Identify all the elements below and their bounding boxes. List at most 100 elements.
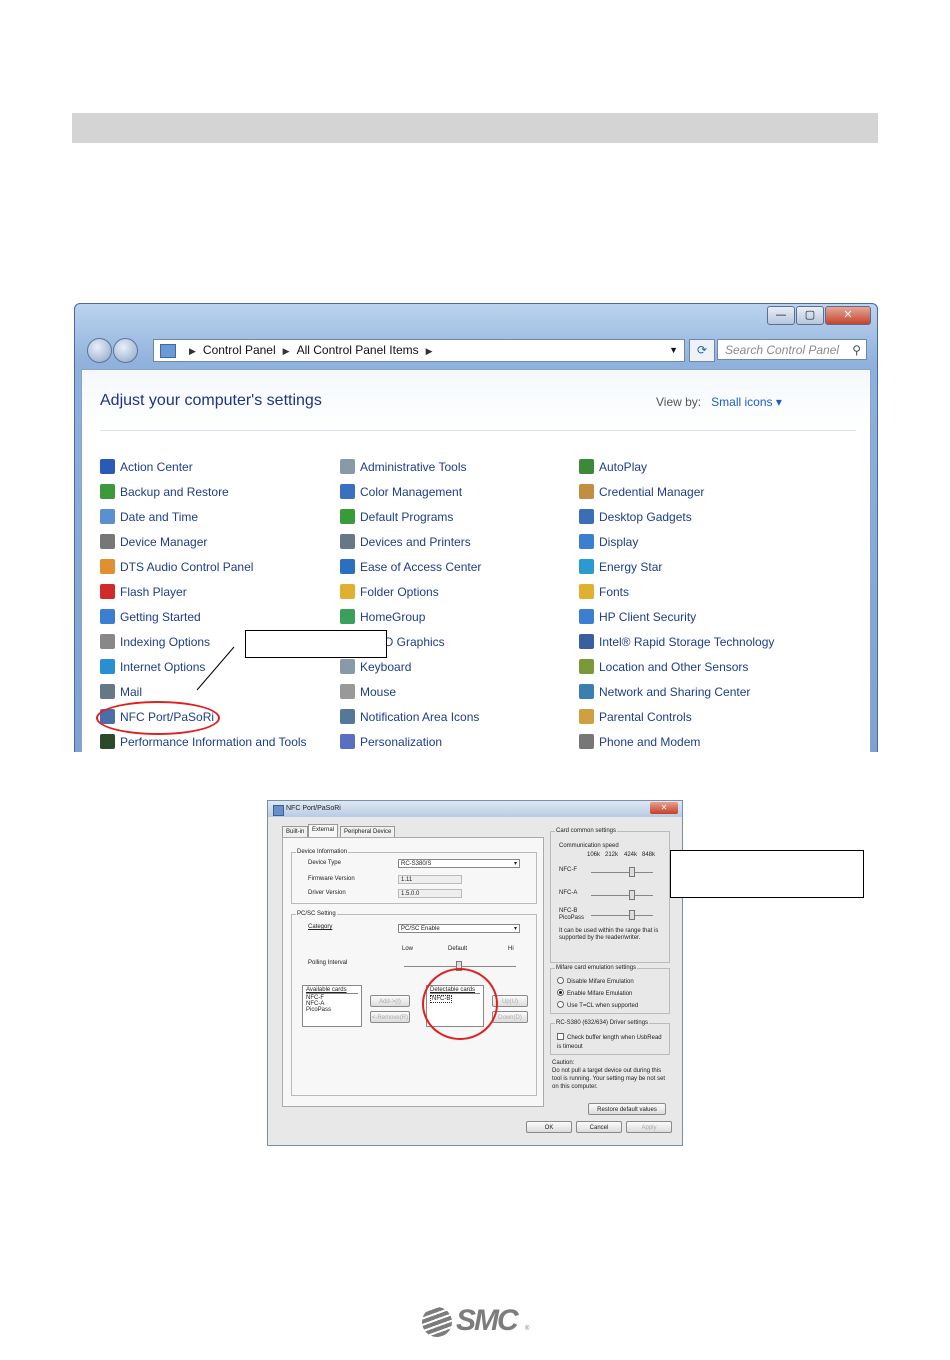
- control-panel-item[interactable]: Fonts: [579, 582, 629, 602]
- remove-button[interactable]: <-Remove(R): [370, 1011, 410, 1023]
- control-panel-item[interactable]: Location and Other Sensors: [579, 657, 748, 677]
- control-panel-icon: [160, 344, 176, 358]
- control-panel-item[interactable]: Mouse: [340, 682, 396, 702]
- item-label: Flash Player: [120, 585, 187, 599]
- item-icon: [100, 734, 115, 749]
- item-label: Action Center: [120, 460, 193, 474]
- check-buffer-checkbox[interactable]: Check buffer length when UsbRead is time…: [557, 1033, 663, 1052]
- category-select[interactable]: PC/SC Enable ▾: [398, 924, 520, 933]
- driver-settings-group: RC-S380 (632/634) Driver settings Check …: [550, 1020, 670, 1055]
- breadcrumb-all-items[interactable]: All Control Panel Items: [297, 343, 419, 357]
- cancel-button[interactable]: Cancel: [576, 1121, 622, 1133]
- control-panel-item[interactable]: Credential Manager: [579, 482, 704, 502]
- registered-mark: ®: [525, 1326, 530, 1332]
- speed-848k: 848k: [642, 852, 656, 858]
- control-panel-item[interactable]: Indexing Options: [100, 632, 210, 652]
- control-panel-item[interactable]: Devices and Printers: [340, 532, 471, 552]
- speed-424k: 424k: [624, 852, 638, 858]
- available-cards-list[interactable]: Available cards NFC-F NFC-A PicoPass: [302, 985, 362, 1027]
- nfc-a-slider[interactable]: [591, 895, 653, 896]
- driver-settings-legend: RC-S380 (632/634) Driver settings: [555, 1020, 650, 1026]
- refresh-button[interactable]: ⟳: [689, 339, 715, 362]
- smc-logo: SMC ®: [422, 1304, 532, 1340]
- nfc-f-knob[interactable]: [629, 867, 635, 877]
- communication-speed-label: Communication speed: [559, 843, 619, 849]
- mifare-option-enable[interactable]: Enable Mifare Emulation: [557, 989, 632, 997]
- control-panel-item[interactable]: AutoPlay: [579, 457, 647, 477]
- maximize-button[interactable]: ▢: [796, 306, 824, 325]
- control-panel-item[interactable]: Administrative Tools: [340, 457, 467, 477]
- item-label: Fonts: [599, 585, 630, 599]
- control-panel-item[interactable]: Backup and Restore: [100, 482, 229, 502]
- minimize-button[interactable]: —: [767, 306, 795, 325]
- polling-interval-label: Polling Interval: [308, 960, 348, 966]
- add-button[interactable]: Add->(I): [370, 995, 410, 1007]
- driver-label: Driver Version: [308, 890, 346, 896]
- item-icon: [340, 559, 355, 574]
- control-panel-item[interactable]: Action Center: [100, 457, 193, 477]
- control-panel-item[interactable]: Color Management: [340, 482, 462, 502]
- firmware-label: Firmware Version: [308, 876, 355, 882]
- restore-defaults-button[interactable]: Restore default values: [588, 1103, 666, 1115]
- item-label: Mouse: [360, 685, 397, 699]
- control-panel-item[interactable]: Ease of Access Center: [340, 557, 481, 577]
- control-panel-item[interactable]: Getting Started: [100, 607, 201, 627]
- control-panel-item[interactable]: Internet Options: [100, 657, 205, 677]
- address-bar[interactable]: ▶ Control Panel ▶ All Control Panel Items ▶ …: [153, 339, 685, 362]
- control-panel-item[interactable]: Mail: [100, 682, 142, 702]
- control-panel-item[interactable]: Performance Information and Tools: [100, 732, 307, 752]
- control-panel-item[interactable]: Energy Star: [579, 557, 662, 577]
- card-common-group: Card common settings Communication speed…: [550, 828, 670, 963]
- item-label: DTS Audio Control Panel: [120, 560, 254, 574]
- control-panel-item[interactable]: Intel® Rapid Storage Technology: [579, 632, 774, 652]
- list-item[interactable]: PicoPass: [306, 1007, 361, 1013]
- control-panel-item[interactable]: HomeGroup: [340, 607, 425, 627]
- tab-external[interactable]: External: [308, 824, 339, 838]
- search-input[interactable]: Search Control Panel ⚲: [717, 339, 867, 360]
- view-by-dropdown[interactable]: Small icons ▾: [711, 395, 782, 409]
- control-panel-item[interactable]: Personalization: [340, 732, 442, 752]
- control-panel-item[interactable]: Keyboard: [340, 657, 411, 677]
- dialog-close-button[interactable]: ✕: [650, 802, 678, 814]
- control-panel-item[interactable]: Display: [579, 532, 638, 552]
- mifare-option-tcl[interactable]: Use T=CL when supported: [557, 1001, 638, 1009]
- nfc-a-label: NFC-A: [559, 890, 578, 896]
- control-panel-item[interactable]: Desktop Gadgets: [579, 507, 692, 527]
- item-label: Device Manager: [120, 535, 208, 549]
- control-panel-item[interactable]: Phone and Modem: [579, 732, 700, 752]
- chevron-down-icon[interactable]: ▼: [669, 340, 678, 361]
- control-panel-item[interactable]: Folder Options: [340, 582, 439, 602]
- speed-212k: 212k: [605, 852, 619, 858]
- control-panel-item[interactable]: Network and Sharing Center: [579, 682, 750, 702]
- control-panel-item[interactable]: Flash Player: [100, 582, 187, 602]
- close-button[interactable]: ✕: [825, 306, 871, 325]
- range-note: It can be used within the range that is …: [559, 928, 659, 941]
- item-label: Administrative Tools: [360, 460, 467, 474]
- control-panel-item[interactable]: Date and Time: [100, 507, 198, 527]
- breadcrumb-control-panel[interactable]: Control Panel: [203, 343, 276, 357]
- device-type-select[interactable]: RC-S380/S ▾: [398, 859, 520, 868]
- control-panel-window: — ▢ ✕ ▶ Control Panel ▶ All Control Panel I…: [74, 303, 878, 752]
- back-button[interactable]: [87, 338, 112, 363]
- nfc-icon: [273, 805, 284, 816]
- down-button[interactable]: Down(D): [492, 1011, 528, 1023]
- control-panel-item[interactable]: HP Client Security: [579, 607, 696, 627]
- nfc-a-knob[interactable]: [629, 890, 635, 900]
- item-icon: [579, 509, 594, 524]
- nfc-f-slider[interactable]: [591, 872, 653, 873]
- annotation-box: [245, 630, 387, 658]
- control-panel-item[interactable]: Device Manager: [100, 532, 207, 552]
- polling-high-label: Hi: [508, 946, 514, 952]
- item-icon: [579, 559, 594, 574]
- apply-button[interactable]: Apply: [626, 1121, 672, 1133]
- control-panel-item[interactable]: DTS Audio Control Panel: [100, 557, 253, 577]
- control-panel-item[interactable]: Notification Area Icons: [340, 707, 479, 727]
- mifare-option-disable[interactable]: Disable Mifare Emulation: [557, 977, 634, 985]
- control-panel-item[interactable]: Parental Controls: [579, 707, 692, 727]
- control-panel-item[interactable]: Default Programs: [340, 507, 453, 527]
- ok-button[interactable]: OK: [526, 1121, 572, 1133]
- forward-button[interactable]: [113, 338, 138, 363]
- nfc-b-slider[interactable]: [591, 915, 653, 916]
- polling-low-label: Low: [402, 946, 414, 952]
- nfc-b-knob[interactable]: [629, 910, 635, 920]
